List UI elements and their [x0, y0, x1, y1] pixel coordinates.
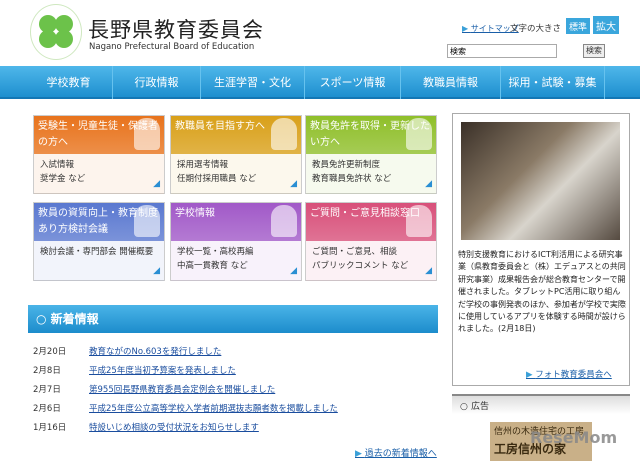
news-title: 新着情報 [50, 312, 99, 326]
watermark: ReseMom [530, 428, 618, 447]
card-body-text: 学校一覧・高校再編 中高一貫教育 など [177, 247, 254, 271]
nav-school-education[interactable]: 学校教育 [25, 66, 113, 99]
card-body: 検討会議・専門部会 開催概要 ◢ [34, 241, 164, 281]
arrow-icon: ◢ [425, 179, 432, 189]
arrow-icon: ◢ [153, 179, 160, 189]
card-body: ご質問・ご意見、相談 パブリックコメント など ◢ [306, 241, 436, 281]
arrow-icon: ◢ [425, 266, 432, 276]
card-body-text: 教員免許更新制度 教育職員免許状 など [312, 160, 392, 184]
card-body-text: ご質問・ご意見、相談 パブリックコメント など [312, 247, 409, 271]
card-body: 採用選考情報 任期付採用職員 など ◢ [171, 154, 301, 194]
card-body: 教員免許更新制度 教育職員免許状 など ◢ [306, 154, 436, 194]
font-large-button[interactable]: 拡大 [593, 16, 619, 34]
news-date: 2月8日 [33, 366, 61, 376]
card-teacher-license[interactable]: 教員免許を取得・更新したい方へ 教員免許更新制度 教育職員免許状 など ◢ [305, 115, 437, 194]
news-link[interactable]: 特設いじめ相談の受付状況をお知らせします [89, 421, 259, 433]
site-title[interactable]: 長野県教育委員会 [88, 14, 264, 44]
font-size-label: 文字の大きさ [510, 24, 562, 34]
arrow-icon: ◢ [153, 266, 160, 276]
news-item: 1月16日 特設いじめ相談の受付状況をお知らせします [33, 421, 259, 433]
card-school-info[interactable]: 学校情報 学校一覧・高校再編 中高一貫教育 など ◢ [170, 202, 302, 281]
news-link[interactable]: 平成25年度当初予算案を発表しました [89, 364, 236, 376]
search-button[interactable]: 検索 [583, 44, 605, 58]
logo[interactable] [30, 4, 82, 60]
news-date: 2月7日 [33, 385, 61, 395]
news-item: 2月8日 平成25年度当初予算案を発表しました [33, 364, 236, 376]
nav-staff[interactable]: 教職員情報 [401, 66, 501, 99]
news-item: 2月20日 教育ながのNo.603を発行しました [33, 345, 221, 357]
photo-caption: 特別支援教育におけるICT利活用による研究事業（県教育委員会と（株）エデュアスと… [458, 250, 626, 334]
ad-header: 広告 [452, 394, 630, 414]
card-illustration-icon [134, 118, 160, 150]
nav-lifelong-learning[interactable]: 生涯学習・文化 [201, 66, 305, 99]
nav-sports[interactable]: スポーツ情報 [305, 66, 401, 99]
arrow-icon: ◢ [290, 179, 297, 189]
nav-administration[interactable]: 行政情報 [113, 66, 201, 99]
card-illustration-icon [271, 118, 297, 150]
site-subtitle: Nagano Prefectural Board of Education [89, 42, 255, 52]
news-link[interactable]: 教育ながのNo.603を発行しました [89, 345, 221, 357]
card-illustration-icon [134, 205, 160, 237]
main-nav: 学校教育 行政情報 生涯学習・文化 スポーツ情報 教職員情報 採用・試験・募集 [0, 66, 640, 99]
news-link[interactable]: 平成25年度公立高等学校入学者前期選抜志願者数を掲載しました [89, 402, 338, 414]
font-standard-button[interactable]: 標準 [566, 18, 591, 34]
photo-board-link[interactable]: フォト教育委員会へ [526, 368, 612, 380]
news-date: 1月16日 [33, 423, 67, 433]
card-illustration-icon [406, 118, 432, 150]
nav-recruitment[interactable]: 採用・試験・募集 [501, 66, 605, 99]
photo-image[interactable] [461, 122, 620, 240]
card-illustration-icon [406, 205, 432, 237]
news-link[interactable]: 第955回長野県教育委員会定例会を開催しました [89, 383, 275, 395]
news-date: 2月6日 [33, 404, 61, 414]
card-illustration-icon [271, 205, 297, 237]
card-body-text: 採用選考情報 任期付採用職員 など [177, 160, 257, 184]
arrow-icon: ◢ [290, 266, 297, 276]
card-body-text: 検討会議・専門部会 開催概要 [40, 247, 154, 257]
news-date: 2月20日 [33, 347, 67, 357]
card-body: 入試情報 奨学金 など ◢ [34, 154, 164, 194]
news-item: 2月6日 平成25年度公立高等学校入学者前期選抜志願者数を掲載しました [33, 402, 338, 414]
card-body: 学校一覧・高校再編 中高一貫教育 など ◢ [171, 241, 301, 281]
card-body-text: 入試情報 奨学金 など [40, 160, 86, 184]
card-inquiries[interactable]: ご質問・ご意見相談窓口 ご質問・ご意見、相談 パブリックコメント など ◢ [305, 202, 437, 281]
search-input[interactable] [447, 44, 557, 58]
past-news-link[interactable]: 過去の新着情報へ [355, 446, 437, 459]
card-teacher-quality[interactable]: 教員の資質向上・教育制度あり方検討会議 検討会議・専門部会 開催概要 ◢ [33, 202, 165, 281]
news-item: 2月7日 第955回長野県教育委員会定例会を開催しました [33, 383, 275, 395]
card-aspiring-teachers[interactable]: 教職員を目指す方へ 採用選考情報 任期付採用職員 など ◢ [170, 115, 302, 194]
card-students-parents[interactable]: 受験生・児童生徒・保護者の方へ 入試情報 奨学金 など ◢ [33, 115, 165, 194]
news-header: ○ 新着情報 [28, 305, 438, 333]
